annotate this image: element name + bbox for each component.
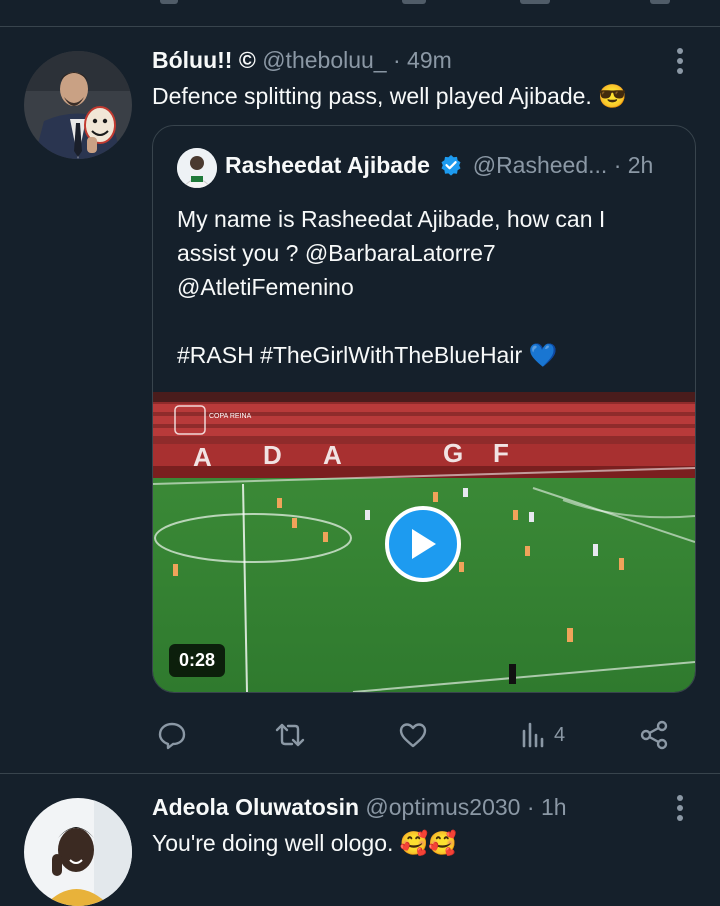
separator-dot: · — [526, 794, 535, 820]
tweet-text: Defence splitting pass, well played Ajib… — [152, 83, 627, 110]
share-icon — [640, 720, 668, 750]
play-icon — [412, 529, 436, 559]
avatar[interactable] — [24, 51, 132, 159]
reply-button[interactable] — [156, 715, 188, 755]
more-dots-icon — [677, 48, 683, 74]
video-duration: 0:28 — [169, 644, 226, 677]
share-button[interactable] — [638, 715, 670, 755]
video-player[interactable]: A D A G F COPA REINA 0:28 — [153, 392, 695, 692]
retweet-icon — [275, 723, 305, 747]
heart-icon — [399, 723, 427, 748]
smiling-hearts-emoji: 🥰🥰 — [399, 830, 458, 856]
quoted-tweet[interactable]: Rasheedat Ajibade @Rasheed... · 2h My na… — [152, 125, 696, 693]
quoted-header: Rasheedat Ajibade @Rasheed... · 2h — [225, 152, 653, 182]
tweet-actions: 4 — [152, 715, 692, 755]
author-handle[interactable]: @theboluu_ — [262, 47, 386, 73]
tweet-time[interactable]: 49m — [407, 47, 452, 73]
quoted-time[interactable]: 2h — [628, 152, 654, 178]
stadium-letter: G — [443, 438, 463, 468]
reply-icon — [158, 722, 186, 750]
stadium-letter: D — [263, 440, 282, 470]
tweet-text-content: You're doing well ologo. — [152, 830, 394, 856]
quoted-text-line: @AtletiFemenino — [177, 274, 354, 300]
more-options-button[interactable] — [666, 794, 694, 822]
views-count: 4 — [554, 723, 566, 746]
stadium-letter: F — [493, 438, 509, 468]
previous-tweet-actions-partial — [0, 0, 720, 27]
tweet-header: Adeola Oluwatosin @optimus2030 · 1h — [152, 794, 567, 821]
views-button[interactable]: 4 — [518, 715, 565, 755]
stadium-letter: A — [323, 440, 342, 470]
more-dots-icon — [677, 795, 683, 821]
separator-dot: · — [392, 47, 401, 73]
play-button[interactable] — [385, 506, 461, 582]
tweet-header: Bóluu!! © @theboluu_ · 49m — [152, 47, 452, 74]
verified-badge-icon — [440, 154, 462, 182]
avatar[interactable] — [24, 798, 132, 906]
separator-dot: · — [613, 152, 622, 178]
like-button[interactable] — [397, 715, 429, 755]
quoted-text: My name is Rasheedat Ajibade, how can I … — [177, 202, 677, 372]
tweet-time[interactable]: 1h — [541, 794, 567, 820]
more-options-button[interactable] — [666, 47, 694, 75]
overlay-logo-text: COPA REINA — [209, 413, 252, 420]
quoted-text-line: My name is Rasheedat Ajibade, how can I — [177, 206, 606, 232]
sunglasses-emoji: 😎 — [598, 83, 627, 109]
views-bar-chart-icon — [522, 722, 544, 748]
author-handle[interactable]: @optimus2030 — [365, 794, 520, 820]
author-name[interactable]: Adeola Oluwatosin — [152, 794, 359, 820]
quoted-avatar[interactable] — [177, 148, 217, 188]
tweet[interactable]: Adeola Oluwatosin @optimus2030 · 1h You'… — [0, 774, 720, 906]
quoted-text-line: assist you ? @BarbaraLatorre7 — [177, 240, 496, 266]
tweet-text: You're doing well ologo. 🥰🥰 — [152, 830, 457, 857]
quoted-author-name[interactable]: Rasheedat Ajibade — [225, 152, 430, 178]
quoted-text-line: #RASH #TheGirlWithTheBlueHair 💙 — [177, 342, 558, 368]
tweet[interactable]: Bóluu!! © @theboluu_ · 49m Defence split… — [0, 27, 720, 773]
author-name[interactable]: Bóluu!! © — [152, 47, 256, 73]
tweet-text-content: Defence splitting pass, well played Ajib… — [152, 83, 592, 109]
quoted-author-handle[interactable]: @Rasheed... — [473, 152, 608, 178]
retweet-button[interactable] — [274, 715, 306, 755]
